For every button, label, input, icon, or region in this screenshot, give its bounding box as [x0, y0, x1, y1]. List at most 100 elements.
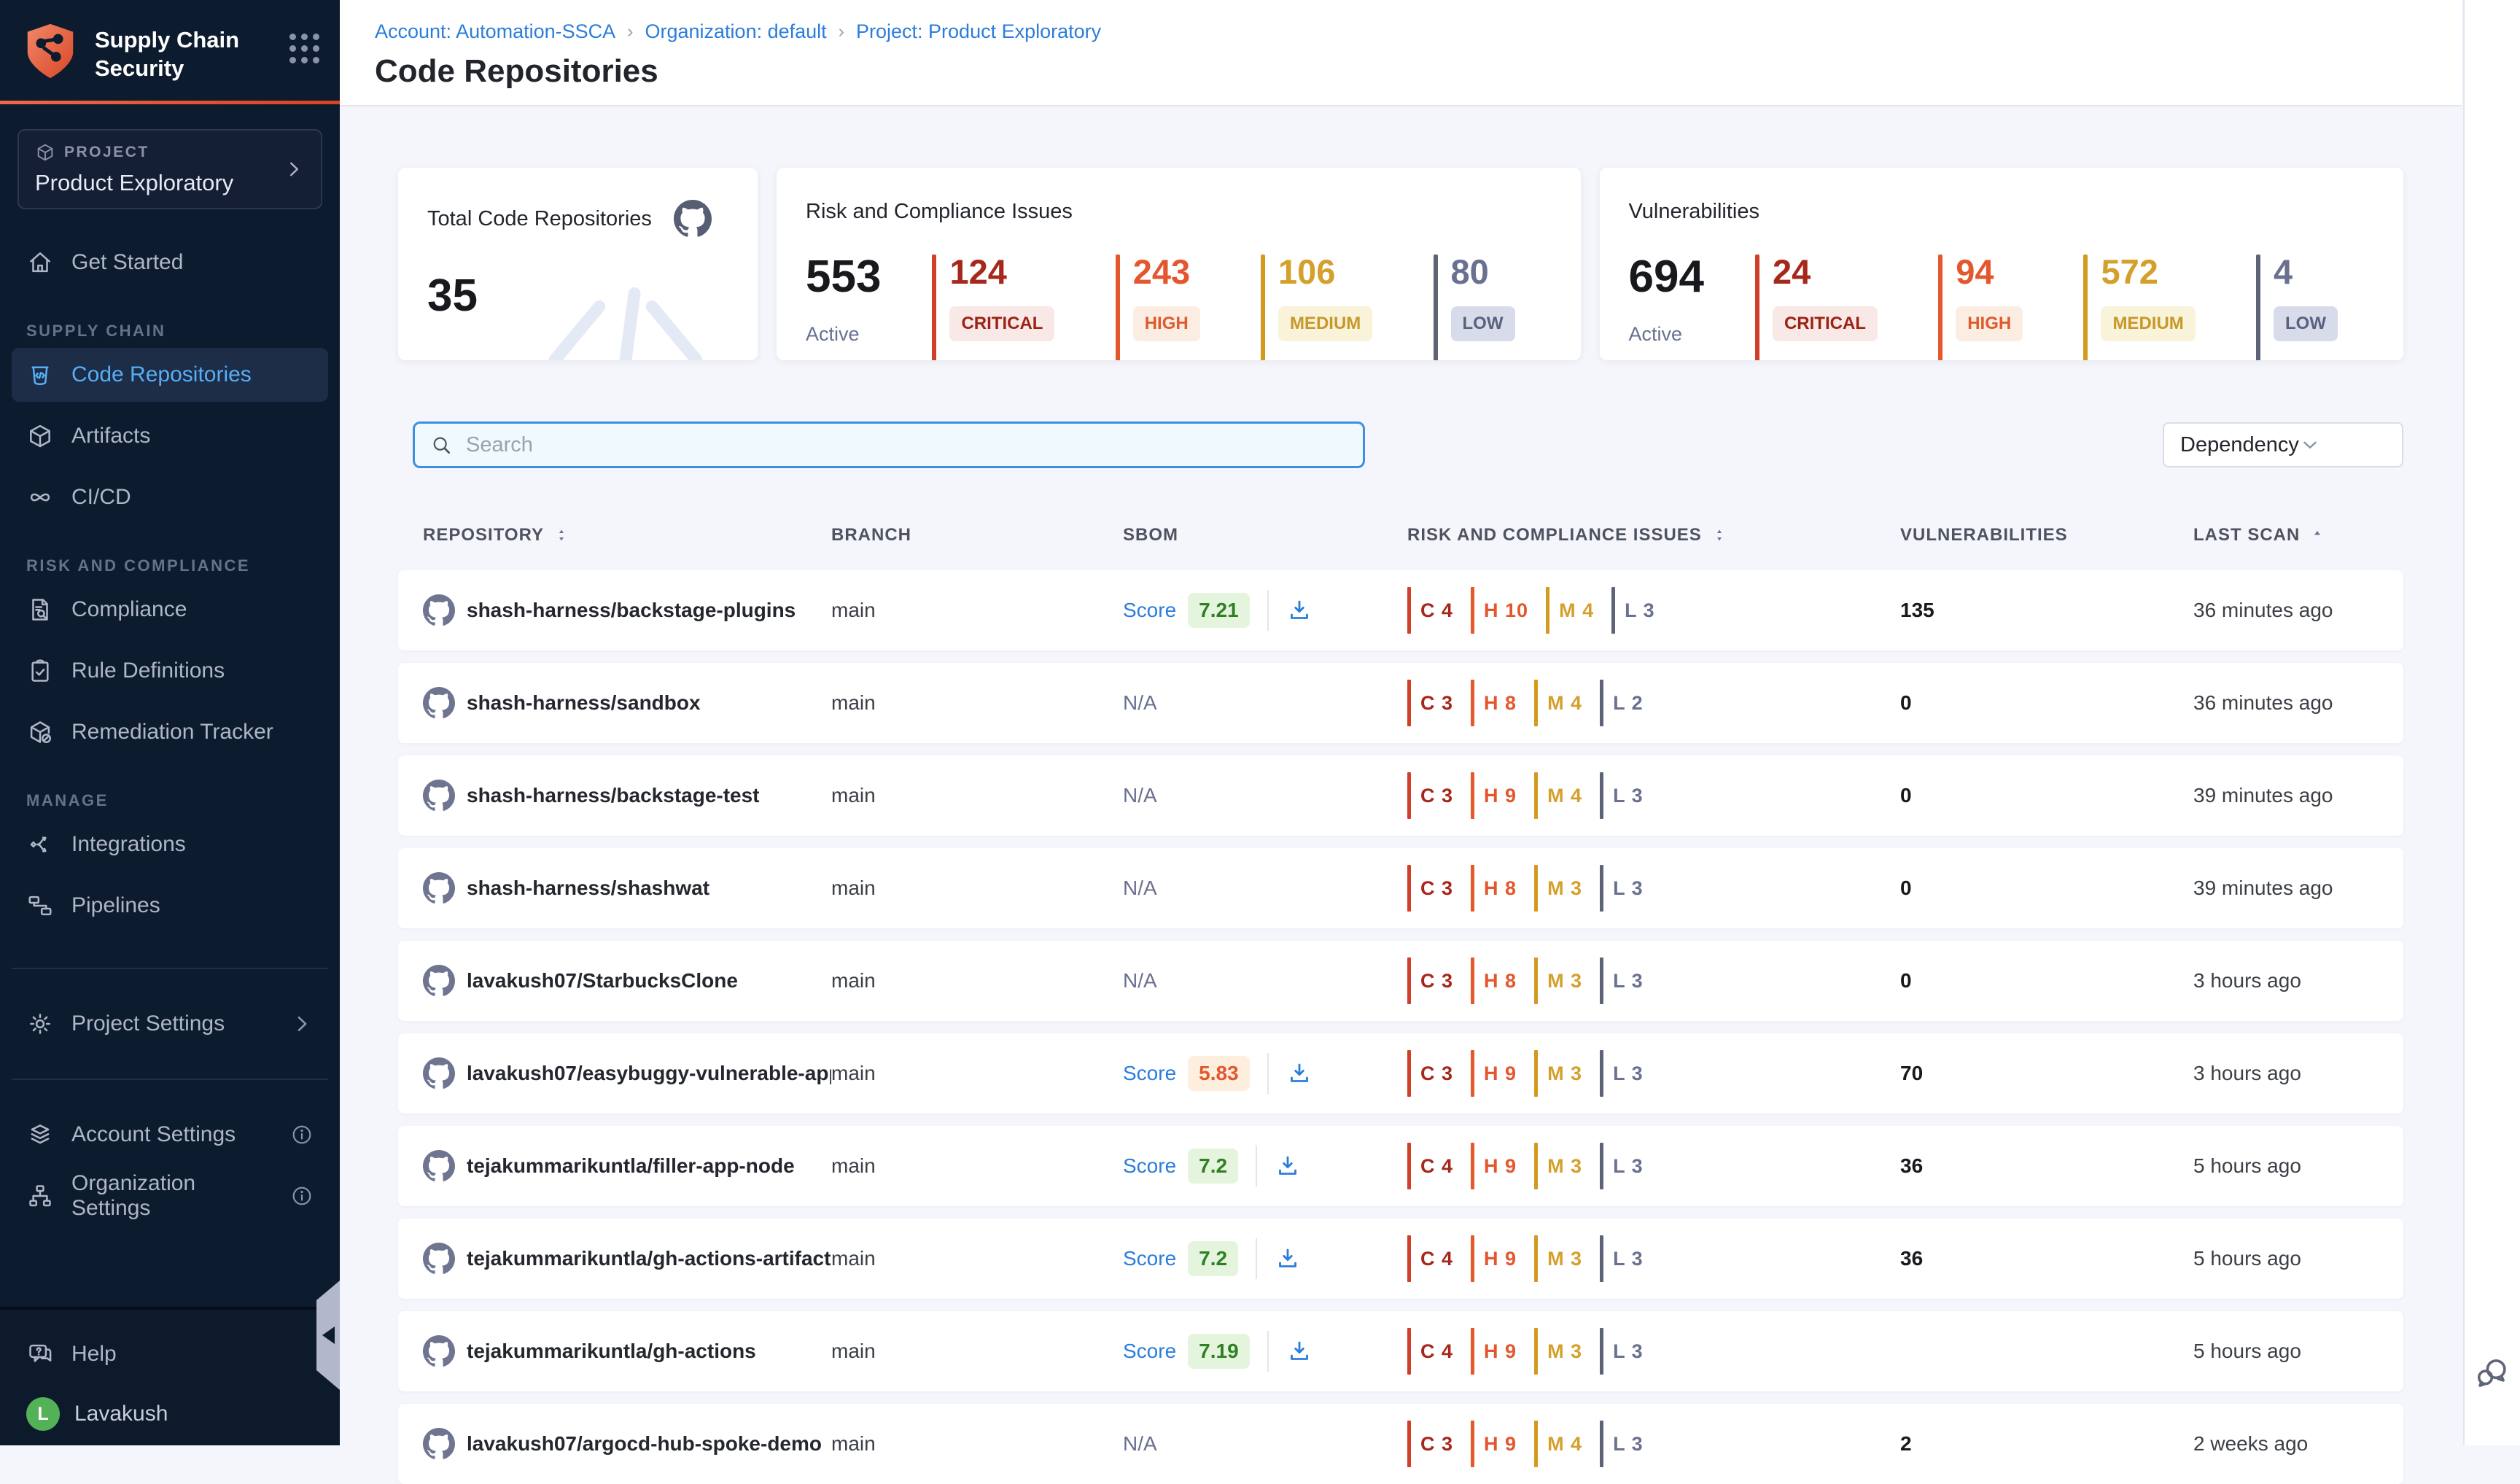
sbom-score-link[interactable]: Score — [1123, 599, 1176, 622]
risk-chip-count: C 3 — [1420, 970, 1453, 992]
table-row[interactable]: shash-harness/sandboxmainN/AC 3H 8M 4L 2… — [398, 663, 2403, 743]
table-row[interactable]: lavakush07/argocd-hub-spoke-demomainN/AC… — [398, 1404, 2403, 1484]
sidebar-item-project-settings[interactable]: Project Settings — [12, 997, 328, 1051]
risk-chip-bar — [1471, 680, 1474, 726]
sidebar-item-account-settings[interactable]: Account Settings — [12, 1108, 328, 1162]
risk-chip-count: M 3 — [1547, 1340, 1582, 1363]
risk-chip-bar — [1534, 1328, 1538, 1375]
download-sbom-button[interactable] — [1275, 1153, 1301, 1179]
risk-chip-bar — [1534, 680, 1538, 726]
sidebar-item-code-repositories[interactable]: Code Repositories — [12, 348, 328, 402]
grid-apps-icon[interactable] — [289, 22, 319, 63]
sidebar-item-remediation-tracker[interactable]: Remediation Tracker — [12, 705, 328, 759]
table-row[interactable]: shash-harness/backstage-pluginsmainScore… — [398, 570, 2403, 650]
risk-chip-bar — [1471, 1050, 1474, 1097]
sbom-score-link[interactable]: Score — [1123, 1340, 1176, 1363]
risk-chip-count: L 3 — [1613, 1340, 1644, 1363]
risk-chip-count: H 8 — [1484, 877, 1517, 900]
column-header-last-scan[interactable]: LAST SCAN — [2193, 525, 2403, 545]
sidebar-item-artifacts[interactable]: Artifacts — [12, 409, 328, 463]
breadcrumb-link[interactable]: Project: Product Exploratory — [856, 20, 1101, 43]
table-row[interactable]: lavakush07/StarbucksClonemainN/AC 3H 8M … — [398, 941, 2403, 1021]
severity-count: 94 — [1956, 255, 2023, 289]
sidebar-item-get-started[interactable]: Get Started — [12, 236, 328, 290]
severity-group-high: 94HIGH — [1938, 255, 2023, 360]
sbom-score-link[interactable]: Score — [1123, 1062, 1176, 1085]
severity-badge: MEDIUM — [2101, 306, 2195, 341]
sidebar-item-compliance[interactable]: Compliance — [12, 583, 328, 637]
user-menu[interactable]: L Lavakush — [26, 1397, 314, 1431]
breadcrumb-link[interactable]: Organization: default — [645, 20, 827, 43]
download-sbom-button[interactable] — [1286, 1060, 1312, 1087]
column-header-label: RISK AND COMPLIANCE ISSUES — [1407, 525, 1702, 545]
sbom-type-dropdown[interactable]: Dependency — [2163, 422, 2403, 467]
download-sbom-button[interactable] — [1286, 597, 1312, 623]
repo-name: lavakush07/easybuggy-vulnerable-app… — [467, 1062, 831, 1085]
project-selector[interactable]: PROJECT Product Exploratory — [18, 129, 322, 209]
risk-chip-bar — [1534, 1235, 1538, 1282]
sidebar-item-label: Code Repositories — [71, 362, 252, 387]
risk-chip-medium: M 3 — [1534, 1143, 1582, 1189]
risk-chip-bar — [1407, 1421, 1411, 1467]
vulnerabilities-count: 0 — [1900, 969, 2193, 992]
info-icon[interactable] — [290, 1184, 314, 1208]
org-gear-icon — [26, 1182, 54, 1210]
table-row[interactable]: tejakummarikuntla/gh-actionsmainScore7.1… — [398, 1311, 2403, 1391]
chat-bubbles-icon[interactable] — [2473, 1353, 2512, 1393]
risk-chip-critical: C 3 — [1407, 865, 1453, 912]
risk-cell: C 3H 8M 4L 2 — [1407, 680, 1900, 726]
table-row[interactable]: shash-harness/shashwatmainN/AC 3H 8M 3L … — [398, 848, 2403, 928]
risk-chip-medium: M 4 — [1546, 587, 1594, 634]
table-row[interactable]: shash-harness/backstage-testmainN/AC 3H … — [398, 755, 2403, 836]
risk-chip-medium: M 4 — [1534, 1421, 1582, 1467]
sbom-score-badge: 7.2 — [1188, 1241, 1238, 1276]
sbom-cell: N/A — [1123, 691, 1407, 715]
sidebar-settings: Project Settings Account Settings Organiza… — [0, 940, 340, 1230]
sidebar-item-organization-settings[interactable]: Organization Settings — [12, 1169, 328, 1223]
severity-bar — [1755, 255, 1759, 360]
sidebar-item-ci-cd[interactable]: CI/CD — [12, 470, 328, 524]
sidebar-item-pipelines[interactable]: Pipelines — [12, 879, 328, 933]
sidebar-item-rule-definitions[interactable]: Rule Definitions — [12, 644, 328, 698]
column-header-risk-and-compliance-issues[interactable]: RISK AND COMPLIANCE ISSUES — [1407, 525, 1900, 545]
risk-chip-high: H 8 — [1471, 865, 1517, 912]
last-scan: 36 minutes ago — [2193, 599, 2403, 622]
severity-bar — [932, 255, 936, 360]
risk-chip-bar — [1600, 1235, 1603, 1282]
severity-badge: HIGH — [1133, 306, 1200, 341]
sidebar-item-label: Account Settings — [71, 1122, 236, 1147]
branch-cell: main — [831, 784, 1123, 807]
download-sbom-button[interactable] — [1275, 1246, 1301, 1272]
dropdown-value: Dependency — [2180, 433, 2299, 457]
sidebar-item-integrations[interactable]: Integrations — [12, 817, 328, 871]
sbom-score-link[interactable]: Score — [1123, 1154, 1176, 1178]
severity-bar — [1434, 255, 1438, 360]
column-header-repository[interactable]: REPOSITORY — [423, 525, 831, 545]
risk-chip-low: L 3 — [1600, 957, 1644, 1004]
repo-cell: shash-harness/shashwat — [423, 872, 831, 904]
severity-group-low: 80LOW — [1434, 255, 1515, 360]
help-button[interactable]: Help — [12, 1327, 328, 1381]
search-input[interactable] — [464, 432, 1348, 458]
collapse-left-icon — [322, 1326, 335, 1344]
branch-cell: main — [831, 1154, 1123, 1178]
table-row[interactable]: lavakush07/easybuggy-vulnerable-app…main… — [398, 1033, 2403, 1114]
last-scan: 3 hours ago — [2193, 969, 2403, 992]
last-scan: 36 minutes ago — [2193, 691, 2403, 715]
repo-cell: shash-harness/backstage-test — [423, 780, 831, 812]
risk-chip-count: H 9 — [1484, 1340, 1517, 1363]
repo-name: shash-harness/backstage-plugins — [467, 599, 796, 622]
risk-chip-low: L 3 — [1611, 587, 1655, 634]
risk-chip-count: L 3 — [1613, 1433, 1644, 1456]
breadcrumb-link[interactable]: Account: Automation-SSCA — [375, 20, 615, 43]
sbom-na: N/A — [1123, 877, 1157, 900]
severity-badge: CRITICAL — [1773, 306, 1878, 341]
severity-bar — [1938, 255, 1942, 360]
download-sbom-button[interactable] — [1286, 1338, 1312, 1364]
table-row[interactable]: tejakummarikuntla/filler-app-nodemainSco… — [398, 1126, 2403, 1206]
page-title: Code Repositories — [375, 53, 2418, 90]
sbom-score-link[interactable]: Score — [1123, 1247, 1176, 1270]
info-icon[interactable] — [290, 1123, 314, 1146]
table-row[interactable]: tejakummarikuntla/gh-actions-artifactsma… — [398, 1219, 2403, 1299]
risk-chip-bar — [1407, 957, 1411, 1004]
